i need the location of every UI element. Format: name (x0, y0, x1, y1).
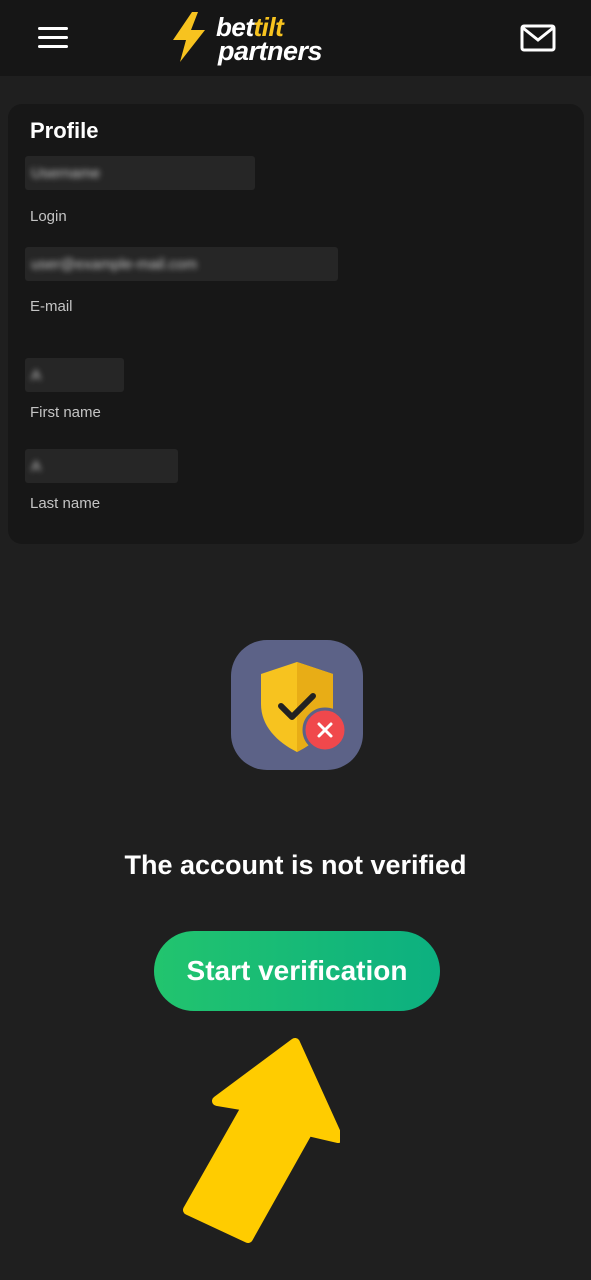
verification-status-text: The account is not verified (124, 850, 467, 880)
first-name-value: A (25, 358, 124, 392)
lightning-bolt-icon (173, 12, 205, 62)
email-label: E-mail (30, 298, 73, 315)
profile-card: Profile Username Login user@example-mail… (8, 104, 584, 544)
first-name-label: First name (30, 404, 101, 421)
email-value: user@example-mail.com (25, 247, 338, 281)
login-label: Login (30, 208, 67, 225)
last-name-value: A (25, 449, 178, 483)
pointer-arrow-icon (183, 1038, 340, 1243)
verification-status-tile (231, 640, 363, 770)
logo-text-line2: partners (218, 36, 323, 66)
top-bar: bettilt partners (0, 0, 591, 76)
profile-title: Profile (30, 118, 99, 143)
shield-check-icon (261, 662, 345, 753)
last-name-label: Last name (30, 495, 101, 512)
mail-icon[interactable] (520, 24, 556, 52)
bettilt-partners-logo[interactable]: bettilt partners (170, 10, 350, 66)
close-icon (302, 707, 345, 753)
login-value: Username (25, 156, 255, 190)
hamburger-icon[interactable] (36, 24, 70, 52)
start-verification-button[interactable]: Start verification (154, 931, 440, 1011)
